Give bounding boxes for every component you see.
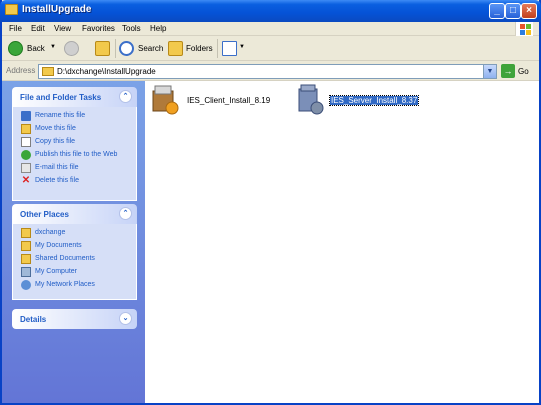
back-button[interactable]: Back ▼ <box>8 39 58 58</box>
task-label: E-mail this file <box>35 164 79 171</box>
views-icon <box>222 41 237 56</box>
email-icon <box>21 163 31 173</box>
folder-icon <box>42 67 54 76</box>
folders-button[interactable]: Folders <box>168 39 214 58</box>
installer-icon <box>152 85 179 115</box>
move-icon <box>21 124 31 134</box>
folder-icon <box>5 4 18 15</box>
search-icon <box>119 41 134 56</box>
back-label: Back <box>27 44 45 53</box>
menu-view[interactable]: View <box>54 24 71 33</box>
back-arrow-icon <box>8 41 23 56</box>
task-label: Rename this file <box>35 112 86 119</box>
task-label: Move this file <box>35 125 76 132</box>
collapse-icon[interactable]: ⌃ <box>119 90 132 103</box>
windows-logo-icon <box>515 22 533 36</box>
address-label: Address <box>6 66 36 75</box>
folders-icon <box>168 41 183 56</box>
network-icon <box>21 280 31 290</box>
address-path: D:\dxchange\InstallUpgrade <box>57 67 156 76</box>
place-label: My Computer <box>35 268 78 275</box>
globe-icon <box>21 150 31 160</box>
file-item-selected[interactable]: IES_Server_Install_8.37 <box>295 83 425 123</box>
up-folder-button[interactable] <box>95 39 111 58</box>
explorer-window: InstallUpgrade _ □ × File Edit View Favo… <box>0 0 541 405</box>
rename-icon <box>21 111 31 121</box>
copy-icon <box>21 137 31 147</box>
menu-edit[interactable]: Edit <box>31 24 45 33</box>
menu-file[interactable]: File <box>9 24 22 33</box>
views-button[interactable]: ▼ <box>222 39 246 58</box>
task-label: Delete this file <box>35 177 79 184</box>
close-button[interactable]: × <box>521 3 537 19</box>
go-button[interactable]: Go <box>518 67 529 76</box>
back-dropdown-icon[interactable]: ▼ <box>50 44 56 50</box>
search-button[interactable]: Search <box>119 39 165 58</box>
collapse-icon[interactable]: ⌃ <box>119 207 132 220</box>
search-label: Search <box>138 44 164 53</box>
task-pane: File and Folder Tasks ⌃ Rename this file… <box>2 81 145 403</box>
file-tasks-panel: Rename this file Move this file Copy thi… <box>12 107 137 201</box>
place-label: My Network Places <box>35 281 95 288</box>
toolbar-separator <box>217 39 218 58</box>
address-dropdown-icon[interactable]: ▼ <box>483 65 496 78</box>
go-arrow-icon[interactable]: → <box>501 64 515 78</box>
maximize-button[interactable]: □ <box>505 3 521 19</box>
other-places-panel: dxchange My Documents Shared Documents M… <box>12 224 137 300</box>
details-header[interactable]: Details ⌄ <box>12 309 137 329</box>
place-label: dxchange <box>35 229 66 236</box>
folders-label: Folders <box>186 44 213 53</box>
computer-icon <box>21 267 31 277</box>
toolbar-separator <box>115 39 116 58</box>
expand-icon[interactable]: ⌄ <box>119 312 132 325</box>
window-title: InstallUpgrade <box>22 4 92 15</box>
file-tasks-title: File and Folder Tasks <box>20 93 102 102</box>
task-label: Publish this file to the Web <box>35 151 118 158</box>
details-title: Details <box>20 315 47 324</box>
file-name: IES_Server_Install_8.37 <box>328 95 420 106</box>
file-item[interactable]: IES_Client_Install_8.19 <box>150 83 280 123</box>
other-places-title: Other Places <box>20 210 69 219</box>
place-label: Shared Documents <box>35 255 95 262</box>
title-bar[interactable]: InstallUpgrade _ □ × <box>0 0 541 22</box>
menu-tools[interactable]: Tools <box>122 24 141 33</box>
views-dropdown-icon: ▼ <box>239 44 245 50</box>
delete-icon: ✕ <box>21 175 31 186</box>
address-bar: Address D:\dxchange\InstallUpgrade ▼ → G… <box>2 61 539 81</box>
file-name: IES_Client_Install_8.19 <box>187 96 271 105</box>
forward-button[interactable] <box>62 39 82 58</box>
menu-favorites[interactable]: Favorites <box>82 24 115 33</box>
minimize-button[interactable]: _ <box>489 3 505 19</box>
file-tasks-header[interactable]: File and Folder Tasks ⌃ <box>12 87 137 107</box>
toolbar: Back ▼ Search Folders ▼ <box>2 36 539 61</box>
my-documents-icon <box>21 241 31 251</box>
menu-bar: File Edit View Favorites Tools Help <box>2 22 539 36</box>
task-label: Copy this file <box>35 138 76 145</box>
forward-arrow-icon <box>64 41 79 56</box>
file-list: IES_Client_Install_8.19 IES_Server_Insta… <box>145 81 539 403</box>
shared-folder-icon <box>21 254 31 264</box>
other-places-header[interactable]: Other Places ⌃ <box>12 204 137 224</box>
menu-help[interactable]: Help <box>150 24 166 33</box>
up-folder-icon <box>95 41 110 56</box>
address-input[interactable]: D:\dxchange\InstallUpgrade ▼ <box>38 64 497 79</box>
installer-icon <box>298 84 324 115</box>
folder-icon <box>21 228 31 238</box>
place-label: My Documents <box>35 242 82 249</box>
